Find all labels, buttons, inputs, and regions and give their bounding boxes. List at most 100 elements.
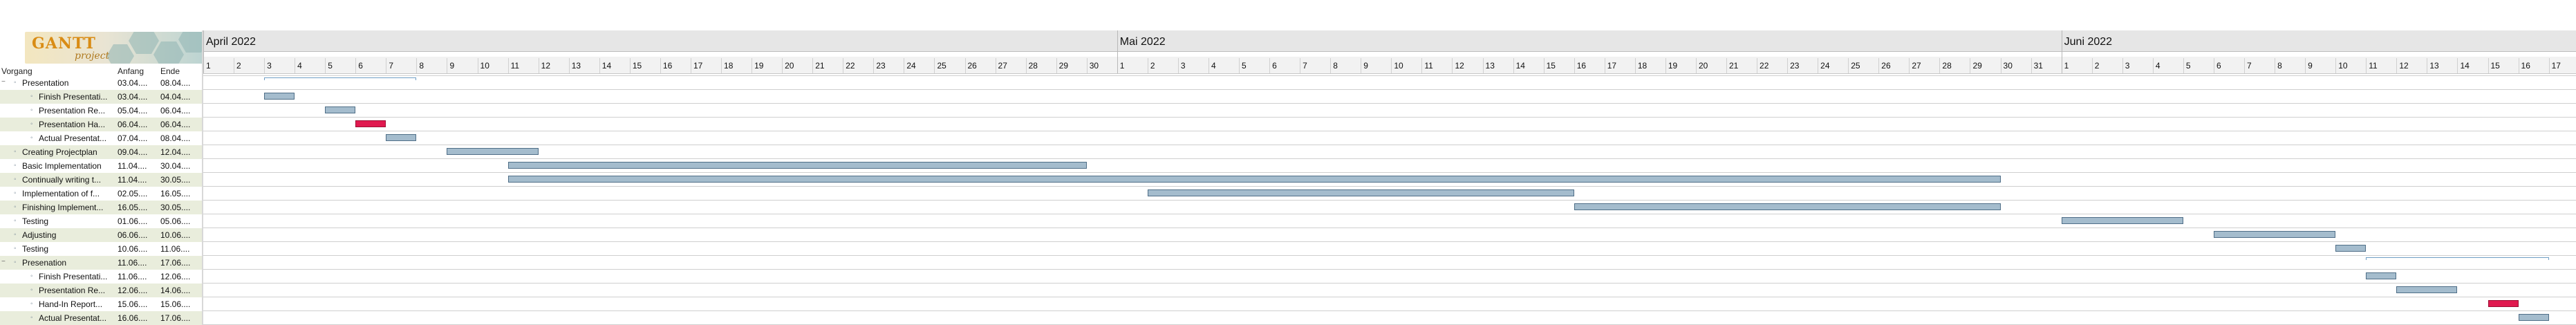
task-bullet-icon: ◦ <box>14 259 17 266</box>
collapse-toggle-icon[interactable]: − <box>1 258 6 266</box>
milestone-bar[interactable] <box>355 120 386 127</box>
day-label: 9 <box>2308 61 2313 71</box>
task-name: Adjusting <box>22 230 57 240</box>
day-divider <box>2122 58 2123 73</box>
task-bullet-icon: ◦ <box>14 203 17 211</box>
row-gridline <box>203 117 2576 118</box>
task-bar[interactable] <box>2335 245 2367 252</box>
task-row[interactable]: ◦ Finishing Implement... 16.05.... 30.05...… <box>0 201 202 214</box>
summary-bar[interactable] <box>2366 257 2549 260</box>
task-bar[interactable] <box>2366 272 2397 279</box>
day-label: 10 <box>1394 61 1403 71</box>
task-bar[interactable] <box>1147 189 1574 196</box>
row-gridline <box>203 269 2576 270</box>
day-label: 7 <box>389 61 394 71</box>
task-bar[interactable] <box>1574 203 2001 210</box>
task-end: 30.04.... <box>160 161 191 171</box>
task-row[interactable]: ◦ Creating Projectplan 09.04.... 12.04.... <box>0 145 202 159</box>
task-row[interactable]: ◦ Finish Presentati... 11.06.... 12.06.... <box>0 270 202 284</box>
task-bar[interactable] <box>2213 231 2336 238</box>
task-name: Testing <box>22 244 49 254</box>
day-divider <box>1452 58 1453 73</box>
task-row[interactable]: ◦ Testing 10.06.... 11.06.... <box>0 242 202 256</box>
day-divider <box>507 58 509 73</box>
day-label: 1 <box>1119 61 1125 71</box>
task-bar[interactable] <box>447 148 539 155</box>
column-header-name[interactable]: Vorgang <box>1 66 32 76</box>
day-label: 6 <box>2216 61 2221 71</box>
task-bar[interactable] <box>507 162 1087 169</box>
day-label: 18 <box>1637 61 1648 71</box>
task-bar[interactable] <box>2061 217 2183 224</box>
day-label: 4 <box>1211 61 1216 71</box>
row-gridline <box>203 255 2576 256</box>
day-label: 11 <box>2369 61 2378 71</box>
task-row[interactable]: ◦ Presentation Re... 05.04.... 06.04.... <box>0 104 202 118</box>
day-label: 20 <box>785 61 794 71</box>
day-divider <box>1086 58 1088 73</box>
collapse-toggle-icon[interactable]: − <box>1 78 6 86</box>
task-end: 16.05.... <box>160 189 191 198</box>
task-row[interactable]: ◦ Actual Presentat... 07.04.... 08.04.... <box>0 131 202 145</box>
day-label: 4 <box>297 61 302 71</box>
task-name: Actual Presentat... <box>39 133 107 143</box>
task-name: Presentation Re... <box>39 286 106 295</box>
task-row[interactable]: ◦ Actual Presentat... 16.06.... 17.06.... <box>0 311 202 325</box>
row-gridline <box>203 283 2576 284</box>
column-header-start[interactable]: Anfang <box>118 66 144 76</box>
task-end: 08.04.... <box>160 78 191 88</box>
task-row[interactable]: ◦ Implementation of f... 02.05.... 16.05...… <box>0 187 202 201</box>
day-label: 26 <box>967 61 977 71</box>
task-bar[interactable] <box>386 134 417 141</box>
task-start: 05.04.... <box>118 106 148 115</box>
row-gridline <box>203 158 2576 159</box>
task-bullet-icon: ◦ <box>30 272 33 280</box>
day-label: 21 <box>1729 61 1739 71</box>
task-start: 11.06.... <box>118 272 147 281</box>
task-bullet-icon: ◦ <box>30 120 33 128</box>
task-bar[interactable] <box>507 176 2001 183</box>
gantt-chart[interactable]: April 2022 1 2 3 4 5 6 7 8 9 10 11 12 13 14 15 16 17 18 19 2… <box>203 0 2576 325</box>
month-header <box>203 30 2576 52</box>
task-row[interactable]: ◦ Continually writing t... 11.04.... 30.05.… <box>0 173 202 187</box>
task-end: 17.06.... <box>160 258 191 268</box>
milestone-bar[interactable] <box>2488 300 2519 307</box>
task-bar[interactable] <box>2518 314 2549 321</box>
task-bar[interactable] <box>325 106 356 113</box>
logo-subtext: project <box>75 50 110 62</box>
day-label: 25 <box>937 61 946 71</box>
task-row[interactable]: − ◦ Presenation 11.06.... 17.06.... <box>0 256 202 270</box>
day-label: 31 <box>2033 61 2043 71</box>
task-start: 16.06.... <box>118 313 148 323</box>
task-name: Finish Presentati... <box>39 272 108 281</box>
task-row[interactable]: − ◦ Presentation 03.04.... 08.04.... <box>0 76 202 90</box>
day-divider <box>1025 58 1027 73</box>
task-row[interactable]: ◦ Basic Implementation 11.04.... 30.04.... <box>0 159 202 173</box>
day-divider <box>2031 58 2032 73</box>
task-name: Presentation Re... <box>39 106 106 115</box>
day-label: 12 <box>2399 61 2409 71</box>
task-table-header: Vorgang Anfang Ende <box>0 65 202 76</box>
day-divider <box>964 58 966 73</box>
day-label: 23 <box>1790 61 1800 71</box>
day-label: 12 <box>541 61 551 71</box>
task-row[interactable]: ◦ Testing 01.06.... 05.06.... <box>0 214 202 228</box>
day-label: 8 <box>2277 61 2282 71</box>
task-bullet-icon: ◦ <box>30 300 33 308</box>
task-row[interactable]: ◦ Hand-In Report... 15.06.... 15.06.... <box>0 297 202 311</box>
task-bar[interactable] <box>264 93 295 100</box>
task-row[interactable]: ◦ Presentation Ha... 06.04.... 06.04.... <box>0 118 202 131</box>
task-row[interactable]: ◦ Finish Presentati... 03.04.... 04.04.... <box>0 90 202 104</box>
task-bullet-icon: ◦ <box>14 176 17 183</box>
task-end: 12.04.... <box>160 147 191 157</box>
task-row[interactable]: ◦ Presentation Re... 12.06.... 14.06.... <box>0 284 202 297</box>
day-divider <box>1421 58 1423 73</box>
summary-bar[interactable] <box>264 77 417 80</box>
column-header-end[interactable]: Ende <box>160 66 180 76</box>
day-label: 16 <box>2521 61 2530 71</box>
task-row[interactable]: ◦ Adjusting 06.06.... 10.06.... <box>0 228 202 242</box>
day-label: 13 <box>1485 61 1495 71</box>
day-label: 3 <box>1180 61 1186 71</box>
day-label: 6 <box>358 61 363 71</box>
task-bar[interactable] <box>2396 286 2458 293</box>
